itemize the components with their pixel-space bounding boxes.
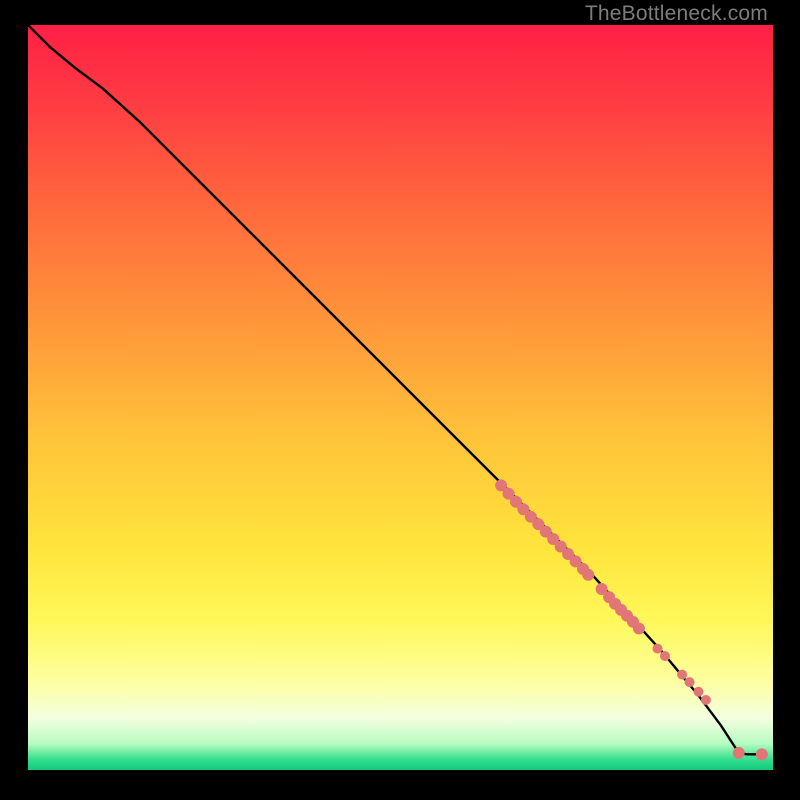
data-point [582, 569, 594, 581]
data-point [733, 747, 745, 759]
chart-stage: TheBottleneck.com [0, 0, 800, 800]
data-point [660, 651, 670, 661]
chart-svg [28, 25, 773, 770]
data-point [694, 687, 704, 697]
data-point [653, 644, 663, 654]
data-point [633, 622, 645, 634]
watermark-text: TheBottleneck.com [585, 2, 768, 26]
data-point [756, 748, 768, 760]
data-point [701, 695, 711, 705]
data-point [677, 670, 687, 680]
data-point [685, 677, 695, 687]
plot-area [28, 25, 773, 770]
